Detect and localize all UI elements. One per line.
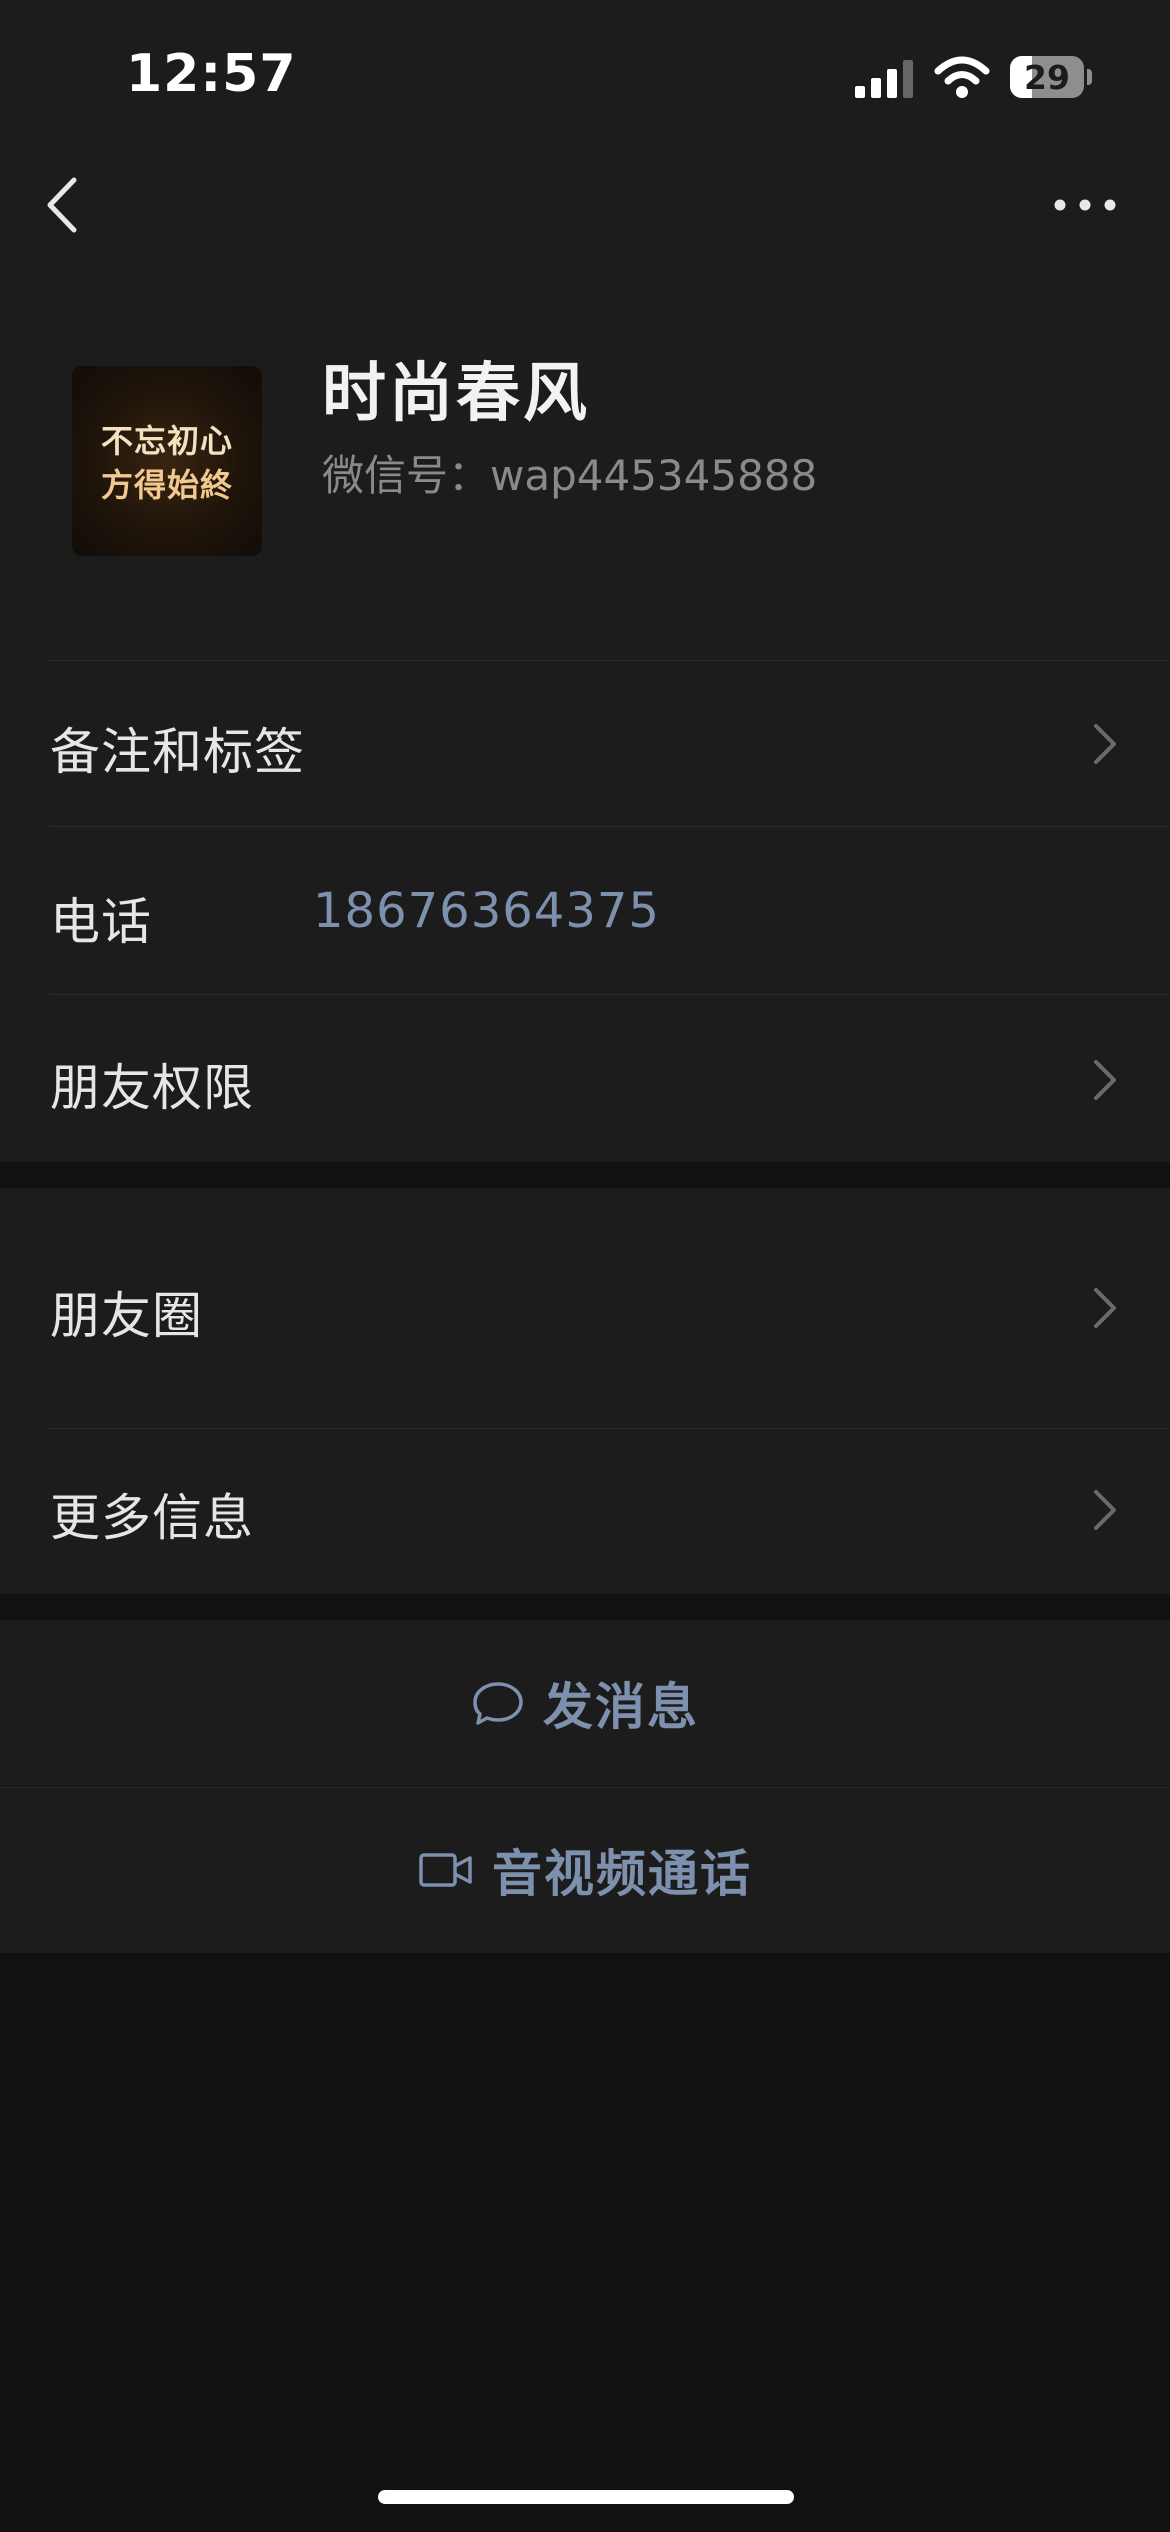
chevron-right-icon [1094, 1288, 1116, 1328]
remarks-tags-row[interactable]: 备注和标签 [0, 660, 1170, 826]
home-indicator[interactable] [378, 2490, 794, 2504]
send-message-button[interactable]: 发消息 [0, 1620, 1170, 1786]
contact-name: 时尚春风 [322, 357, 590, 431]
more-horizontal-icon [1054, 199, 1116, 211]
divider [50, 660, 1170, 661]
divider [50, 994, 1170, 995]
divider [50, 1428, 1170, 1429]
av-call-button[interactable]: 音视频通话 [0, 1787, 1170, 1953]
friend-permissions-row[interactable]: 朋友权限 [0, 994, 1170, 1162]
chevron-right-icon [1094, 724, 1116, 764]
av-call-label: 音视频通话 [492, 1845, 752, 1903]
moments-row[interactable]: 朋友圈 [0, 1188, 1170, 1428]
status-time: 12:57 [126, 44, 297, 104]
more-info-label: 更多信息 [50, 1489, 254, 1547]
chevron-right-icon [1094, 1060, 1116, 1100]
remarks-tags-label: 备注和标签 [50, 723, 305, 781]
friend-permissions-label: 朋友权限 [50, 1059, 254, 1117]
back-button[interactable] [36, 170, 96, 240]
chevron-right-icon [1094, 1490, 1116, 1530]
wechat-id: 微信号：wap445345888 [322, 451, 818, 500]
battery-indicator: 29 [1010, 56, 1092, 98]
moments-label: 朋友圈 [50, 1287, 203, 1345]
phone-number-link[interactable]: 18676364375 [313, 883, 660, 939]
avatar-text-line-1: 不忘初心 [100, 422, 233, 460]
video-camera-icon [419, 1853, 472, 1887]
wifi-icon [934, 56, 990, 98]
nav-bar [0, 140, 1170, 270]
more-button[interactable] [1050, 185, 1120, 225]
more-info-row[interactable]: 更多信息 [0, 1428, 1170, 1594]
battery-level: 29 [1024, 58, 1070, 97]
phone-label: 电话 [50, 893, 152, 951]
avatar[interactable]: 不忘初心 方得始終 [72, 366, 262, 556]
chevron-left-icon [47, 177, 77, 233]
avatar-text-line-2: 方得始終 [100, 466, 233, 504]
send-message-label: 发消息 [543, 1678, 699, 1736]
phone-row: 电话 18676364375 [0, 826, 1170, 994]
divider [50, 826, 1170, 827]
chat-bubble-icon [473, 1682, 523, 1725]
signal-icon [855, 60, 913, 98]
